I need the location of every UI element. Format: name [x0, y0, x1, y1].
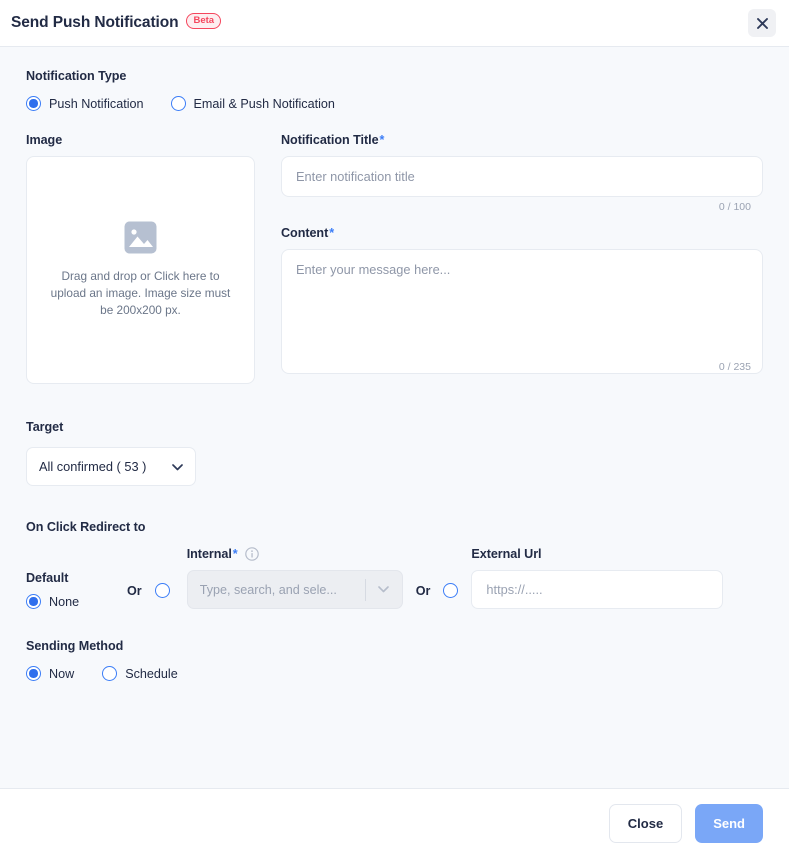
content-label: Content *	[281, 226, 335, 240]
beta-badge: Beta	[186, 13, 222, 29]
redirect-section-label: On Click Redirect to	[26, 520, 146, 534]
content-textarea[interactable]	[281, 249, 763, 374]
close-dialog-button[interactable]	[748, 9, 776, 37]
radio-redirect-none[interactable]: None	[26, 594, 114, 609]
redirect-internal-placeholder: Type, search, and sele...	[199, 582, 337, 597]
notification-type-radio-group: Push Notification Email & Push Notificat…	[26, 96, 763, 111]
radio-sending-schedule-label: Schedule	[125, 666, 178, 681]
image-dropzone[interactable]: Drag and drop or Click here to upload an…	[26, 156, 255, 384]
target-section: Target All confirmed ( 53 )	[26, 420, 763, 486]
radio-push-notification-indicator[interactable]	[26, 96, 41, 111]
target-select-wrap: All confirmed ( 53 )	[26, 447, 196, 486]
radio-email-push-notification-label: Email & Push Notification	[193, 96, 335, 111]
radio-redirect-external-indicator[interactable]	[443, 583, 459, 598]
close-icon	[756, 17, 768, 29]
image-placeholder-icon	[124, 221, 157, 259]
external-url-input[interactable]	[471, 570, 724, 609]
required-asterisk: *	[379, 133, 385, 147]
info-icon[interactable]	[244, 547, 259, 561]
radio-redirect-internal-indicator[interactable]	[154, 583, 170, 598]
redirect-default-column: Default None	[26, 571, 114, 609]
radio-redirect-none-label: None	[49, 594, 80, 609]
image-label: Image	[26, 133, 63, 147]
required-asterisk: *	[329, 226, 335, 240]
radio-sending-now[interactable]: Now	[26, 666, 74, 681]
content-counter: 0 / 235	[718, 361, 751, 373]
message-column: Notification Title* 0 / 100 Content* 0 /…	[281, 133, 763, 384]
radio-sending-now-label: Now	[49, 666, 75, 681]
notification-title-input-wrap: 0 / 100	[281, 156, 763, 213]
redirect-external-column: External Url	[471, 547, 724, 609]
send-button[interactable]: Send	[695, 803, 763, 843]
send-push-notification-dialog: Send Push Notification Beta Notification…	[0, 0, 789, 857]
radio-sending-schedule-indicator[interactable]	[102, 666, 118, 681]
radio-push-notification[interactable]: Push Notification	[26, 96, 144, 111]
radio-sending-now-indicator[interactable]	[26, 666, 41, 681]
close-button[interactable]: Close	[608, 803, 683, 843]
dialog-body: Notification Type Push Notification Emai…	[0, 47, 789, 788]
image-column: Image Drag and drop or Click here to upl…	[26, 133, 255, 384]
radio-redirect-none-indicator[interactable]	[26, 594, 41, 609]
redirect-external-label: External Url	[471, 547, 542, 561]
redirect-section: On Click Redirect to Default None Or Int…	[26, 520, 763, 609]
content-textarea-wrap: 0 / 235	[281, 249, 763, 379]
redirect-or-separator-1: Or	[127, 584, 142, 598]
image-and-message-row: Image Drag and drop or Click here to upl…	[26, 133, 763, 384]
page-title: Send Push Notification	[11, 14, 179, 31]
notification-title-input[interactable]	[281, 156, 763, 197]
notification-title-label: Notification Title *	[281, 133, 385, 147]
notification-type-label: Notification Type	[26, 69, 127, 83]
target-select[interactable]: All confirmed ( 53 )	[26, 447, 196, 486]
redirect-internal-column: Internal * Type, search, and sele...	[186, 547, 403, 609]
redirect-options-row: Default None Or Internal * Type, search,…	[26, 547, 763, 609]
image-dropzone-text: Drag and drop or Click here to upload an…	[50, 269, 231, 317]
sending-method-label: Sending Method	[26, 639, 124, 653]
redirect-default-label: Default	[26, 571, 69, 585]
chevron-down-icon	[366, 586, 402, 593]
notification-title-counter: 0 / 100	[718, 201, 751, 213]
radio-push-notification-label: Push Notification	[49, 96, 144, 111]
radio-sending-schedule[interactable]: Schedule	[102, 666, 178, 681]
dialog-footer: Close Send	[0, 788, 789, 857]
dialog-header: Send Push Notification Beta	[0, 0, 789, 47]
sending-method-section: Sending Method Now Schedule	[26, 639, 763, 681]
target-label: Target	[26, 420, 64, 434]
required-asterisk: *	[232, 547, 238, 561]
sending-method-radio-group: Now Schedule	[26, 666, 763, 681]
radio-email-push-notification-indicator[interactable]	[170, 96, 186, 111]
chevron-down-icon	[172, 459, 183, 474]
redirect-internal-select: Type, search, and sele...	[186, 570, 403, 609]
redirect-or-separator-2: Or	[415, 584, 431, 598]
radio-email-push-notification[interactable]: Email & Push Notification	[170, 96, 335, 111]
notification-type-section: Notification Type Push Notification Emai…	[26, 69, 763, 111]
redirect-internal-label: Internal *	[187, 547, 403, 561]
target-select-value: All confirmed ( 53 )	[39, 459, 147, 474]
